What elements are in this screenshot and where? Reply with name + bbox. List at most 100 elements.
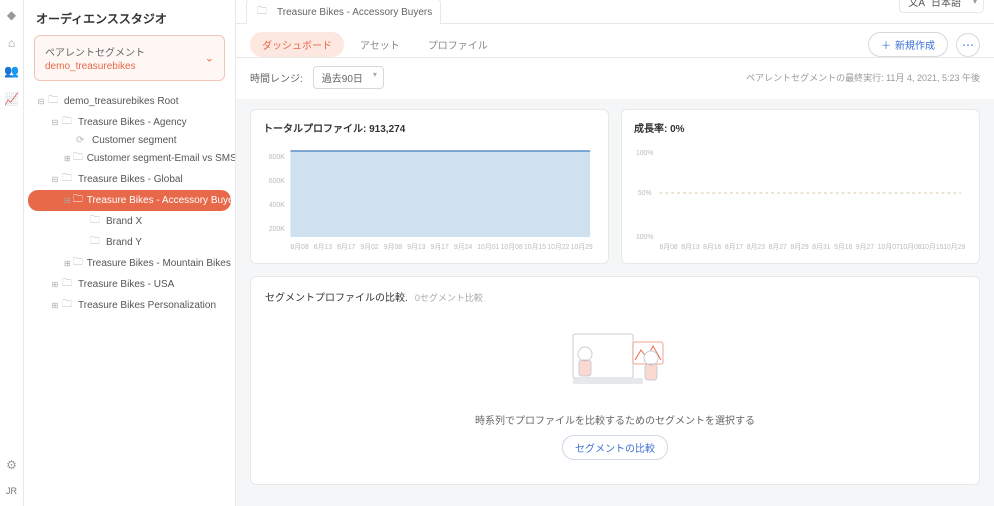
folder-icon: 🗀: [90, 213, 102, 230]
sidebar: オーディエンススタジオ ペアレントセグメント demo_treasurebike…: [24, 0, 236, 506]
tree-toggle-icon[interactable]: ⊞: [50, 280, 60, 289]
svg-text:10月29: 10月29: [571, 243, 593, 251]
empty-state-text: 時系列でプロファイルを比較するためのセグメントを選択する: [475, 412, 755, 427]
compare-subtitle: 0セグメント比較: [415, 293, 483, 303]
tree-item[interactable]: 🗀 Brand X: [28, 211, 231, 232]
nav-analytics-icon[interactable]: 📈: [5, 92, 19, 106]
folder-icon: 🗀: [48, 93, 60, 110]
tree-toggle-icon[interactable]: ⊟: [50, 118, 60, 127]
nav-audience-icon[interactable]: 👥: [5, 64, 19, 78]
last-run-text: ペアレントセグメントの最終実行: 11月 4, 2021, 5:23 午後: [746, 71, 980, 84]
tree-item-label: Treasure Bikes - Global: [78, 174, 183, 185]
tree-item-label: Treasure Bikes - Mountain Bikes: [87, 258, 231, 269]
tab-dashboard[interactable]: ダッシュボード: [250, 32, 344, 57]
growth-rate-value: 0%: [670, 124, 684, 135]
language-selector[interactable]: 文A 日本語 ▾: [899, 0, 984, 13]
tab-profile[interactable]: プロファイル: [416, 32, 500, 57]
parent-segment-name: demo_treasurebikes: [45, 61, 214, 72]
svg-text:800K: 800K: [269, 154, 285, 161]
parent-segment-selector[interactable]: ペアレントセグメント demo_treasurebikes ⌄: [34, 35, 225, 81]
parent-segment-label: ペアレントセグメント: [45, 44, 214, 59]
tree-item-label: Treasure Bikes Personalization: [78, 300, 216, 311]
svg-text:10月08: 10月08: [501, 243, 523, 251]
tree-item[interactable]: ⟳Customer segment: [28, 133, 231, 148]
user-initials[interactable]: JR: [6, 486, 17, 496]
folder-icon: 🗀: [62, 297, 74, 314]
folder-icon: 🗀: [73, 192, 83, 209]
tree-item-label: Brand Y: [106, 237, 142, 248]
total-profiles-chart: 800K 600K 400K 200K 8月088月138月179月029月08…: [263, 143, 596, 253]
tree-item-label: Brand X: [106, 216, 142, 227]
svg-text:8月13: 8月13: [314, 243, 332, 251]
tree-item[interactable]: ⊟🗀Treasure Bikes - Agency: [28, 112, 231, 133]
tree-item[interactable]: ⊞🗀Treasure Bikes - Mountain Bikes: [28, 253, 231, 274]
tree-item[interactable]: ⊞🗀Treasure Bikes - USA: [28, 274, 231, 295]
svg-text:400K: 400K: [269, 202, 285, 209]
svg-text:8月29: 8月29: [790, 243, 808, 251]
compare-segments-button[interactable]: セグメントの比較: [562, 435, 668, 460]
tab-assets[interactable]: アセット: [348, 32, 412, 57]
svg-text:200K: 200K: [269, 226, 285, 233]
tree-toggle-icon[interactable]: ⊞: [50, 301, 60, 310]
svg-text:9月27: 9月27: [856, 243, 874, 251]
more-button[interactable]: ⋯: [956, 33, 980, 57]
tree-toggle-icon[interactable]: ⊞: [64, 259, 71, 268]
folder-icon: 🗀: [62, 114, 74, 131]
svg-text:9月02: 9月02: [360, 243, 378, 251]
svg-text:9月13: 9月13: [407, 243, 425, 251]
svg-text:8月31: 8月31: [812, 243, 830, 251]
tree-item-label: Customer segment-Email vs SMS: [87, 153, 235, 164]
svg-text:100%: 100%: [636, 234, 653, 241]
svg-text:9月08: 9月08: [384, 243, 402, 251]
breadcrumb-tab[interactable]: 🗀 Treasure Bikes - Accessory Buyers: [246, 0, 441, 25]
svg-text:8月13: 8月13: [681, 243, 699, 251]
folder-icon: 🗀: [73, 150, 83, 167]
tree-item-label: Treasure Bikes - Accessory Buyers: [87, 195, 235, 206]
tree-toggle-icon[interactable]: ⊟: [64, 196, 71, 205]
tree-item-label: demo_treasurebikes Root: [64, 96, 179, 107]
svg-text:8月08: 8月08: [659, 243, 677, 251]
chevron-down-icon: ⌄: [205, 52, 214, 65]
segment-compare-card: セグメントプロファイルの比較. 0セグメント比較 時系列でプロファイルを比較する…: [250, 276, 980, 485]
sidebar-title: オーディエンススタジオ: [24, 0, 235, 35]
timerange-label: 時間レンジ:: [250, 70, 303, 85]
topbar: 🗀 Treasure Bikes - Accessory Buyers 文A 日…: [236, 0, 994, 24]
nav-home-icon[interactable]: ⌂: [5, 36, 19, 50]
tree-item[interactable]: ⊟🗀 demo_treasurebikes Root: [28, 91, 231, 112]
plus-icon: ＋: [881, 37, 891, 52]
svg-text:10月22: 10月22: [547, 243, 569, 251]
translate-icon: 文A: [908, 0, 925, 9]
chevron-down-icon: ▾: [973, 0, 977, 6]
svg-text:50%: 50%: [638, 190, 652, 197]
logo-icon: ◆: [5, 8, 19, 22]
breadcrumb-tab-label: Treasure Bikes - Accessory Buyers: [277, 7, 432, 18]
tree-item-label: Treasure Bikes - USA: [78, 279, 174, 290]
svg-text:9月16: 9月16: [834, 243, 852, 251]
svg-text:8月23: 8月23: [747, 243, 765, 251]
svg-text:10月15: 10月15: [524, 243, 546, 251]
svg-text:8月17: 8月17: [725, 243, 743, 251]
folder-icon: 🗀: [90, 234, 102, 251]
total-profiles-label: トータルプロファイル:: [263, 124, 369, 135]
tree-toggle-icon[interactable]: ⊞: [64, 154, 71, 163]
svg-text:10月15: 10月15: [921, 243, 943, 251]
svg-text:10月29: 10月29: [943, 243, 965, 251]
tree-item[interactable]: ⊟🗀Treasure Bikes - Global: [28, 169, 231, 190]
refresh-icon: ⟳: [76, 135, 88, 146]
tree-item[interactable]: ⊟🗀Treasure Bikes - Accessory Buyers: [28, 190, 231, 211]
svg-text:100%: 100%: [636, 150, 653, 157]
settings-icon[interactable]: ⚙: [5, 458, 19, 472]
svg-text:9月17: 9月17: [431, 243, 449, 251]
timerange-select[interactable]: 過去90日: [313, 66, 384, 89]
folder-icon: 🗀: [257, 4, 269, 21]
tree-toggle-icon[interactable]: ⊟: [36, 97, 46, 106]
tree-item[interactable]: ⊞🗀Customer segment-Email vs SMS: [28, 148, 231, 169]
tree-item[interactable]: ⊞🗀 Treasure Bikes Personalization: [28, 295, 231, 316]
tree-toggle-icon[interactable]: ⊟: [50, 175, 60, 184]
tree-item[interactable]: 🗀 Brand Y: [28, 232, 231, 253]
total-profiles-card: トータルプロファイル: 913,274 800K 600K 400K 200K …: [250, 109, 609, 264]
toolbar: ダッシュボード アセット プロファイル ＋ 新規作成 ⋯: [236, 24, 994, 58]
new-button[interactable]: ＋ 新規作成: [868, 32, 948, 57]
svg-text:600K: 600K: [269, 178, 285, 185]
growth-rate-label: 成長率:: [634, 124, 670, 135]
